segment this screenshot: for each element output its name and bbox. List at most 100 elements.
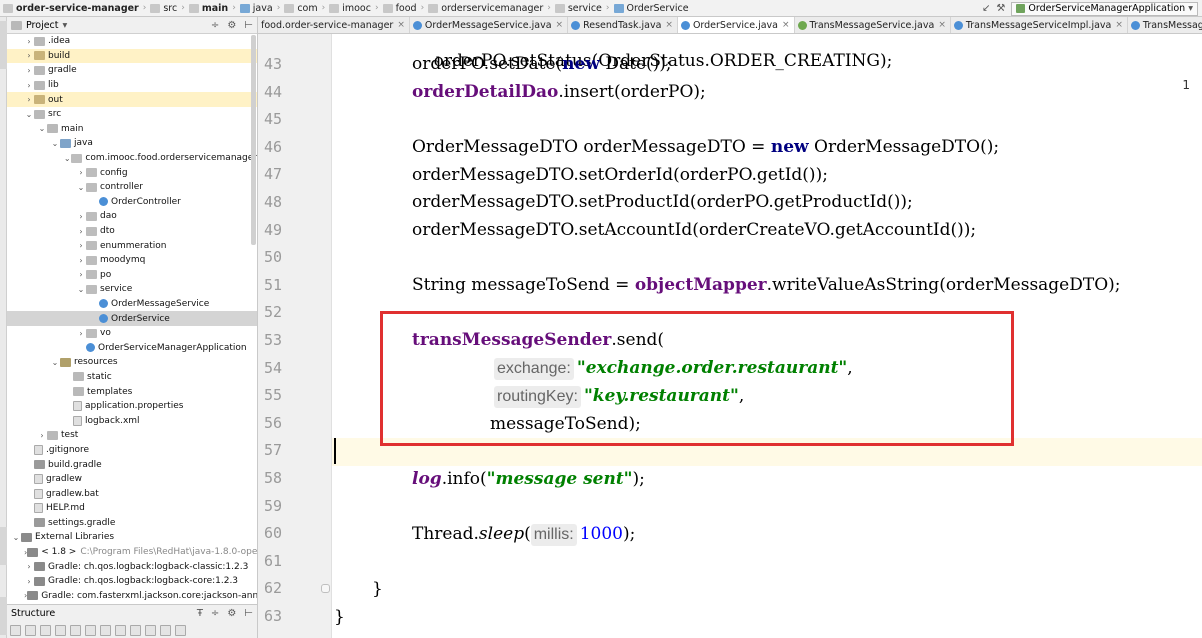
chevron-right-icon[interactable]: › bbox=[76, 256, 86, 265]
chevron-down-icon[interactable]: ⌄ bbox=[50, 139, 60, 148]
show-fields-icon[interactable] bbox=[55, 624, 66, 636]
line-number[interactable]: 54 bbox=[258, 355, 282, 383]
tree-item[interactable]: OrderMessageService bbox=[7, 297, 257, 312]
close-icon[interactable]: × bbox=[397, 20, 405, 30]
tree-item[interactable]: ⌄ main bbox=[7, 122, 257, 137]
chevron-right-icon[interactable]: › bbox=[76, 227, 86, 236]
chevron-right-icon[interactable]: › bbox=[24, 51, 34, 60]
editor-tab[interactable]: food.order-service-manager × bbox=[258, 17, 410, 33]
project-panel-title[interactable]: Project bbox=[26, 20, 59, 31]
close-icon[interactable]: × bbox=[556, 20, 564, 30]
hide-panel-icon[interactable]: ⊢ bbox=[244, 608, 253, 619]
gear-icon[interactable]: ⚙ bbox=[227, 20, 236, 31]
line-number[interactable]: 56 bbox=[258, 410, 282, 438]
chevron-right-icon[interactable]: › bbox=[24, 562, 34, 571]
close-icon[interactable]: × bbox=[1115, 20, 1123, 30]
line-number[interactable]: 51 bbox=[258, 272, 282, 300]
code-editor[interactable]: orderPO.setStatus(OrderStatus.ORDER_CREA… bbox=[332, 34, 1202, 638]
show-inherited-icon[interactable] bbox=[40, 624, 51, 636]
project-tool-tab[interactable] bbox=[0, 21, 7, 69]
line-number[interactable]: 48 bbox=[258, 189, 282, 217]
close-icon[interactable]: × bbox=[938, 20, 946, 30]
line-number[interactable]: 59 bbox=[258, 493, 282, 521]
line-number[interactable]: 47 bbox=[258, 161, 282, 189]
gear-icon[interactable]: ⚙ bbox=[227, 608, 236, 619]
chevron-right-icon[interactable]: › bbox=[37, 431, 47, 440]
chevron-right-icon[interactable]: › bbox=[24, 66, 34, 75]
tree-item[interactable]: .gitignore bbox=[7, 443, 257, 458]
line-number[interactable]: 43 bbox=[258, 51, 282, 79]
fold-marker-icon[interactable] bbox=[321, 584, 330, 594]
tree-item[interactable]: › Gradle: com.fasterxml.jackson.core:jack… bbox=[7, 589, 257, 604]
tree-item[interactable]: › config bbox=[7, 165, 257, 180]
tree-item[interactable]: › enummeration bbox=[7, 238, 257, 253]
show-properties-icon[interactable] bbox=[70, 624, 81, 636]
tree-item[interactable]: › gradle bbox=[7, 63, 257, 78]
tree-item[interactable]: › vo bbox=[7, 326, 257, 341]
tree-item[interactable]: ⌄ src bbox=[7, 107, 257, 122]
breadcrumb-orderservicemanager[interactable]: orderservicemanager bbox=[425, 0, 546, 16]
sort-alphabetically-icon[interactable] bbox=[25, 624, 36, 636]
tree-item[interactable]: ⌄ External Libraries bbox=[7, 530, 257, 545]
project-tree-scrollbar[interactable] bbox=[251, 35, 256, 245]
line-number[interactable]: 49 bbox=[258, 217, 282, 245]
autoscroll-from-source-icon[interactable] bbox=[145, 624, 156, 636]
line-number[interactable]: 55 bbox=[258, 382, 282, 410]
chevron-down-icon[interactable]: ⌄ bbox=[24, 110, 34, 119]
chevron-down-icon[interactable]: ⌄ bbox=[76, 183, 86, 192]
chevron-down-icon[interactable]: ⌄ bbox=[37, 124, 47, 133]
tree-item[interactable]: › build bbox=[7, 48, 257, 64]
chevron-right-icon[interactable]: › bbox=[76, 270, 86, 279]
breadcrumb-food[interactable]: food bbox=[380, 0, 420, 16]
build-hammer-icon[interactable]: ⚒ bbox=[996, 3, 1005, 14]
close-icon[interactable]: × bbox=[782, 20, 790, 30]
tree-item[interactable]: › < 1.8 > C:\Program Files\RedHat\java-1.8… bbox=[7, 545, 257, 560]
hide-panel-icon[interactable]: ⊢ bbox=[244, 20, 253, 31]
chevron-down-icon[interactable]: ▾ bbox=[63, 20, 68, 31]
line-number[interactable]: 50 bbox=[258, 244, 282, 272]
breadcrumb-service[interactable]: service bbox=[552, 0, 605, 16]
chevron-right-icon[interactable]: › bbox=[24, 95, 34, 104]
line-number[interactable]: 58 bbox=[258, 465, 282, 493]
structure-tool-tab[interactable] bbox=[0, 527, 7, 565]
line-number[interactable]: 53 bbox=[258, 327, 282, 355]
tree-item[interactable]: OrderServiceManagerApplication bbox=[7, 340, 257, 355]
autoscroll-to-source-icon[interactable] bbox=[130, 624, 141, 636]
tree-item[interactable]: › dao bbox=[7, 209, 257, 224]
tree-item[interactable]: › po bbox=[7, 268, 257, 283]
structure-panel-title[interactable]: Structure bbox=[11, 608, 55, 619]
chevron-down-icon[interactable]: ⌄ bbox=[11, 533, 21, 542]
chevron-down-icon[interactable]: ⌄ bbox=[50, 358, 60, 367]
tree-item[interactable]: gradlew bbox=[7, 472, 257, 487]
breadcrumb-main[interactable]: main bbox=[186, 0, 231, 16]
expand-all-icon[interactable] bbox=[160, 624, 171, 636]
tree-item[interactable]: › test bbox=[7, 428, 257, 443]
tree-item[interactable]: application.properties bbox=[7, 399, 257, 414]
breadcrumb-com[interactable]: com bbox=[281, 0, 320, 16]
tree-item[interactable]: › dto bbox=[7, 224, 257, 239]
tree-item[interactable]: › lib bbox=[7, 78, 257, 93]
tree-item[interactable]: ⌄ java bbox=[7, 136, 257, 151]
editor-tab[interactable]: TransMessageServiceImpl.java × bbox=[951, 17, 1128, 33]
collapse-all-icon[interactable]: ÷ bbox=[211, 20, 219, 31]
breadcrumb-src[interactable]: src bbox=[147, 0, 180, 16]
line-number[interactable]: 60 bbox=[258, 520, 282, 548]
line-number[interactable]: 45 bbox=[258, 106, 282, 134]
tree-item[interactable]: ⌄ controller bbox=[7, 180, 257, 195]
editor-tab[interactable]: ResendTask.java × bbox=[568, 17, 678, 33]
editor-tab[interactable]: TransMessageSender.java× bbox=[1128, 17, 1202, 33]
tree-item[interactable]: build.gradle bbox=[7, 457, 257, 472]
chevron-right-icon[interactable]: › bbox=[76, 212, 86, 221]
sort-by-visibility-icon[interactable] bbox=[10, 624, 21, 636]
tree-item[interactable]: logback.xml bbox=[7, 413, 257, 428]
favorites-tool-tab[interactable] bbox=[0, 597, 7, 635]
tree-item[interactable]: › Gradle: ch.qos.logback:logback-classic:… bbox=[7, 559, 257, 574]
show-lambdas-icon[interactable] bbox=[100, 624, 111, 636]
line-number[interactable]: 63 bbox=[258, 603, 282, 631]
breadcrumb-project[interactable]: order-service-manager bbox=[0, 0, 142, 16]
tree-item[interactable]: gradlew.bat bbox=[7, 486, 257, 501]
tree-item[interactable]: HELP.md bbox=[7, 501, 257, 516]
editor-tab[interactable]: OrderMessageService.java × bbox=[410, 17, 569, 33]
tree-item[interactable]: settings.gradle bbox=[7, 516, 257, 531]
run-configuration-selector[interactable]: OrderServiceManagerApplication ▾ bbox=[1011, 1, 1198, 16]
